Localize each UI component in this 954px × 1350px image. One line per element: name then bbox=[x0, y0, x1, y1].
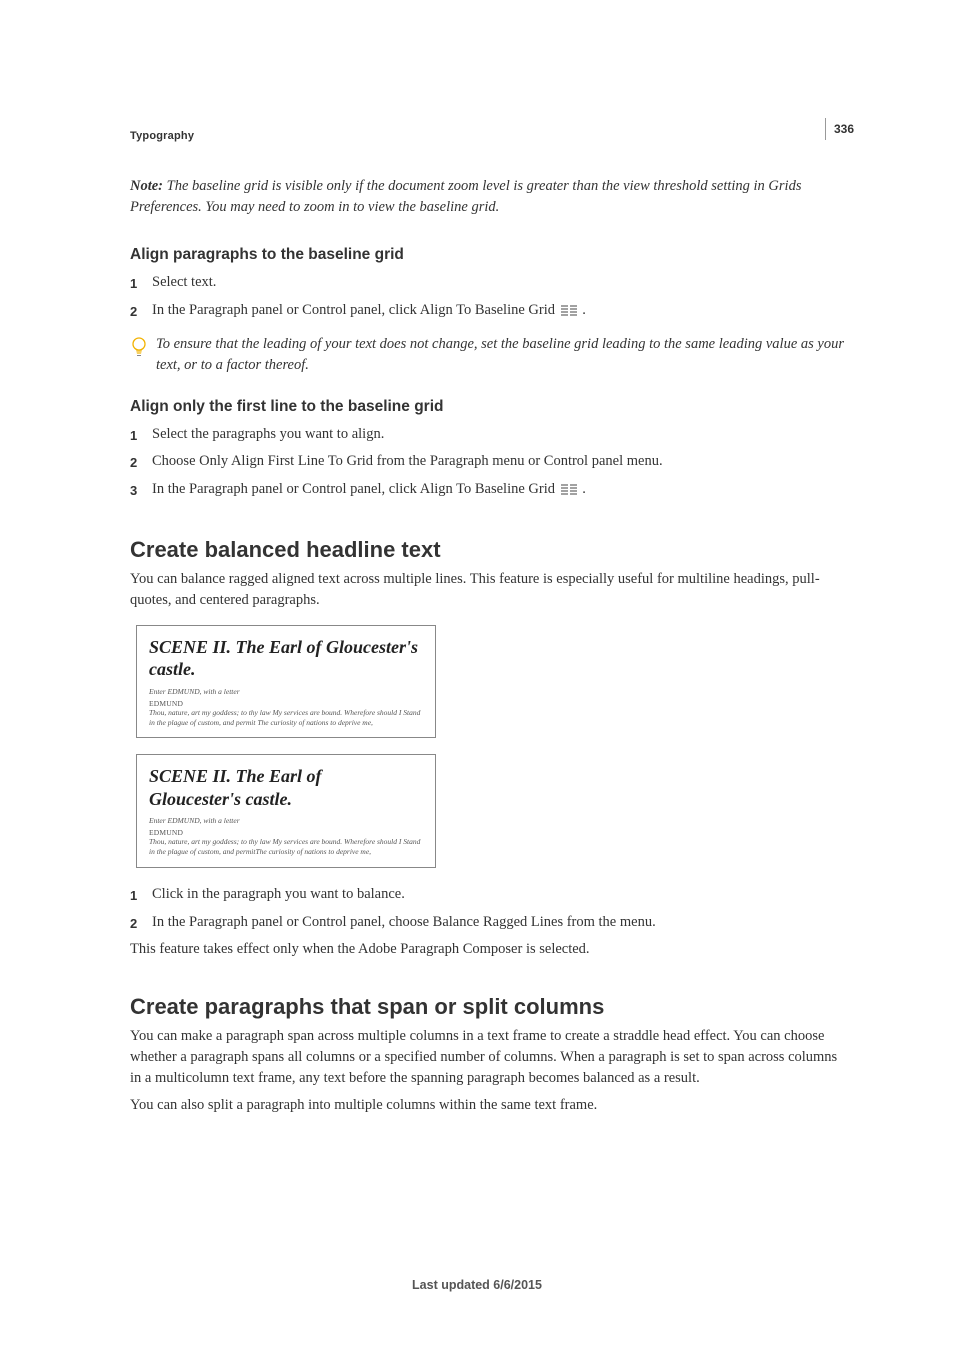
align-to-baseline-grid-icon bbox=[561, 302, 577, 324]
note-paragraph: Note: The baseline grid is visible only … bbox=[130, 176, 849, 218]
paragraph-balanced-intro: You can balance ragged aligned text acro… bbox=[130, 569, 849, 611]
step-text: Click in the paragraph you want to balan… bbox=[152, 884, 849, 906]
step-number: 1 bbox=[130, 424, 152, 446]
figure-card-before: SCENE II. The Earl of Gloucester's castl… bbox=[136, 625, 436, 739]
figure-stage-direction: Enter EDMUND, with a letter bbox=[149, 816, 423, 825]
step-text-lead: In the Paragraph panel or Control panel,… bbox=[152, 481, 559, 497]
paragraph-span-1: You can make a paragraph span across mul… bbox=[130, 1026, 849, 1089]
step-text: Select text. bbox=[152, 272, 849, 294]
page-number: 336 bbox=[825, 118, 854, 140]
figure-speaker: EDMUND bbox=[149, 699, 423, 708]
heading-balanced-headline: Create balanced headline text bbox=[130, 537, 849, 563]
step-number: 2 bbox=[130, 912, 152, 934]
list-item: 2 In the Paragraph panel or Control pane… bbox=[130, 912, 849, 934]
figure-body-text: Thou, nature, art my goddess; to thy law… bbox=[149, 837, 423, 857]
paragraph-span-2: You can also split a paragraph into mult… bbox=[130, 1095, 849, 1116]
align-to-baseline-grid-icon bbox=[561, 481, 577, 503]
list-item: 2 In the Paragraph panel or Control pane… bbox=[130, 300, 849, 324]
list-item: 3 In the Paragraph panel or Control pane… bbox=[130, 479, 849, 503]
list-item: 1 Select the paragraphs you want to alig… bbox=[130, 424, 849, 446]
note-label: Note: bbox=[130, 178, 163, 194]
figure-card-after: SCENE II. The Earl of Gloucester's castl… bbox=[136, 754, 436, 868]
step-text-trail: . bbox=[579, 302, 586, 318]
figure-speaker: EDMUND bbox=[149, 828, 423, 837]
step-number: 2 bbox=[130, 300, 152, 324]
note-text: The baseline grid is visible only if the… bbox=[130, 178, 801, 215]
footer-last-updated: Last updated 6/6/2015 bbox=[0, 1278, 954, 1292]
chapter-title: Typography bbox=[130, 130, 849, 142]
heading-align-first-line: Align only the first line to the baselin… bbox=[130, 398, 849, 416]
step-text: In the Paragraph panel or Control panel,… bbox=[152, 479, 849, 503]
heading-span-split-columns: Create paragraphs that span or split col… bbox=[130, 994, 849, 1020]
step-number: 3 bbox=[130, 479, 152, 503]
paragraph-balanced-outro: This feature takes effect only when the … bbox=[130, 939, 849, 960]
steps-align-first-line: 1 Select the paragraphs you want to alig… bbox=[130, 424, 849, 503]
tip-block: To ensure that the leading of your text … bbox=[130, 334, 849, 376]
step-text-trail: . bbox=[579, 481, 586, 497]
step-text: In the Paragraph panel or Control panel,… bbox=[152, 912, 849, 934]
lightbulb-icon bbox=[130, 334, 156, 376]
steps-align-paragraphs: 1 Select text. 2 In the Paragraph panel … bbox=[130, 272, 849, 324]
steps-balanced-headline: 1 Click in the paragraph you want to bal… bbox=[130, 884, 849, 934]
figure-stage-direction: Enter EDMUND, with a letter bbox=[149, 687, 423, 696]
step-number: 1 bbox=[130, 272, 152, 294]
step-text-lead: In the Paragraph panel or Control panel,… bbox=[152, 302, 559, 318]
figure-title: SCENE II. The Earl of Gloucester's castl… bbox=[149, 765, 359, 810]
step-number: 1 bbox=[130, 884, 152, 906]
figure-body-text: Thou, nature, art my goddess; to thy law… bbox=[149, 708, 423, 728]
figure-balanced-headline: SCENE II. The Earl of Gloucester's castl… bbox=[136, 625, 849, 868]
list-item: 2 Choose Only Align First Line To Grid f… bbox=[130, 451, 849, 473]
step-text: In the Paragraph panel or Control panel,… bbox=[152, 300, 849, 324]
step-number: 2 bbox=[130, 451, 152, 473]
list-item: 1 Select text. bbox=[130, 272, 849, 294]
step-text: Select the paragraphs you want to align. bbox=[152, 424, 849, 446]
step-text: Choose Only Align First Line To Grid fro… bbox=[152, 451, 849, 473]
figure-title: SCENE II. The Earl of Gloucester's castl… bbox=[149, 636, 423, 681]
heading-align-paragraphs: Align paragraphs to the baseline grid bbox=[130, 246, 849, 264]
list-item: 1 Click in the paragraph you want to bal… bbox=[130, 884, 849, 906]
tip-text: To ensure that the leading of your text … bbox=[156, 334, 849, 376]
